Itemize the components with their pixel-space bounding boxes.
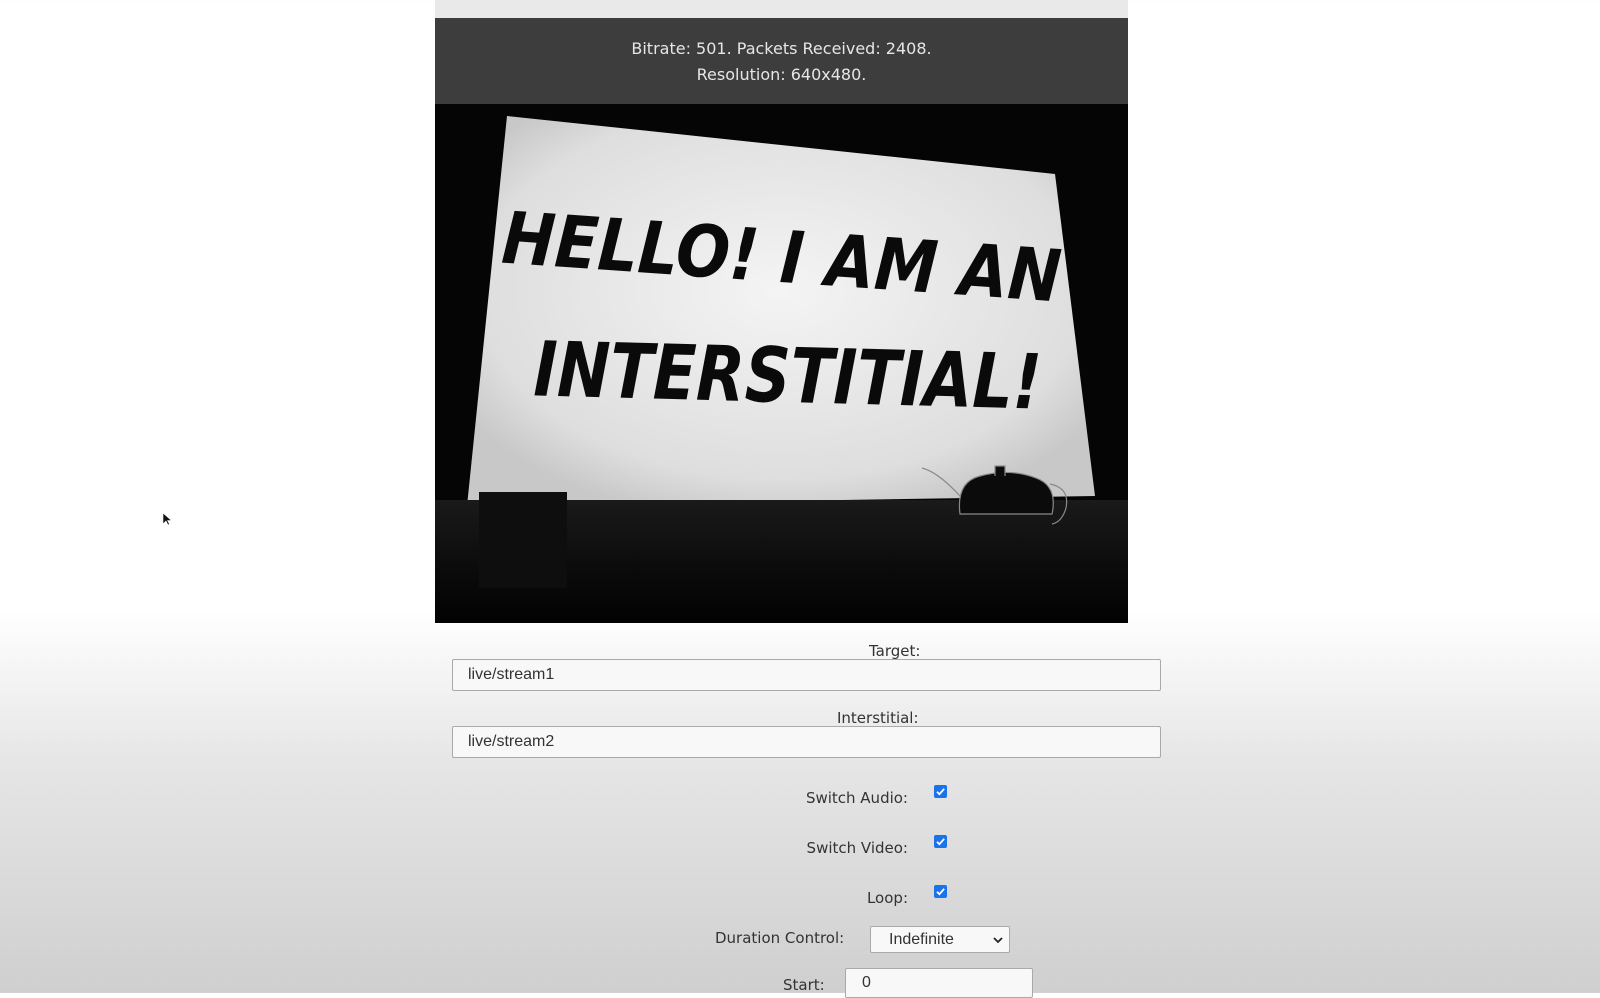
switch-video-checkbox[interactable] bbox=[934, 835, 947, 848]
mouse-cursor-icon bbox=[163, 513, 173, 526]
video-player[interactable]: HELLO! I AM AN INTERSTITIAL! bbox=[435, 104, 1128, 623]
video-text-line2: INTERSTITIAL! bbox=[533, 324, 1043, 426]
duration-control-select[interactable]: Indefinite bbox=[870, 926, 1010, 953]
checkmark-icon bbox=[936, 888, 945, 896]
video-frame: HELLO! I AM AN INTERSTITIAL! bbox=[435, 104, 1128, 623]
loop-checkbox[interactable] bbox=[934, 885, 947, 898]
switch-audio-checkbox[interactable] bbox=[934, 785, 947, 798]
speaker-box bbox=[479, 492, 567, 588]
switch-video-label: Switch Video: bbox=[806, 839, 908, 857]
target-label: Target: bbox=[869, 642, 921, 660]
interstitial-input[interactable]: live/stream2 bbox=[452, 726, 1161, 758]
loop-label: Loop: bbox=[866, 889, 908, 907]
duration-control-label: Duration Control: bbox=[715, 929, 845, 947]
duration-control-value: Indefinite bbox=[889, 931, 954, 948]
target-input[interactable]: live/stream1 bbox=[452, 659, 1161, 691]
stats-bitrate-packets: Bitrate: 501. Packets Received: 2408. bbox=[631, 39, 932, 58]
checkmark-icon bbox=[936, 788, 945, 796]
player-top-bar bbox=[435, 0, 1128, 18]
chevron-down-icon bbox=[993, 937, 1003, 944]
start-label: Start: bbox=[783, 976, 825, 994]
stats-resolution: Resolution: 640x480. bbox=[696, 65, 867, 84]
stream-stats-bar: Bitrate: 501. Packets Received: 2408. Re… bbox=[435, 18, 1128, 104]
interstitial-label: Interstitial: bbox=[837, 709, 919, 727]
checkmark-icon bbox=[936, 838, 945, 846]
switch-audio-label: Switch Audio: bbox=[805, 789, 908, 807]
start-input[interactable]: 0 bbox=[845, 968, 1033, 998]
